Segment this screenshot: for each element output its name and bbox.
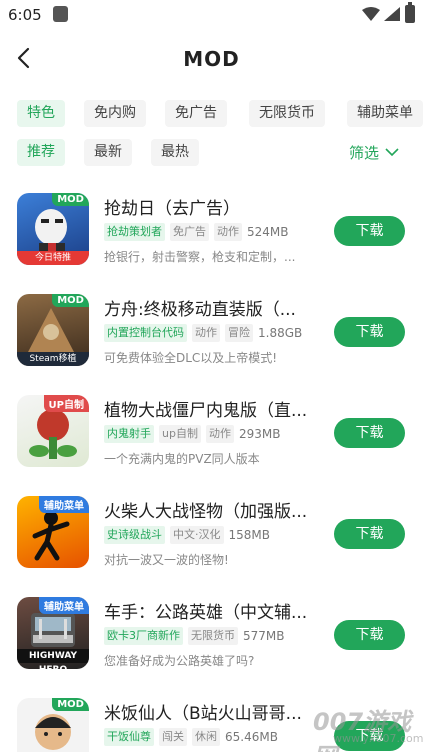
tab-latest[interactable]: 最新 xyxy=(84,139,132,166)
page-title: MOD xyxy=(183,47,240,71)
app-desc: 您准备好成为公路英雄了吗? xyxy=(104,654,255,668)
app-tags: 史诗级战斗 中文·汉化 158MB xyxy=(104,526,270,544)
app-size: 524MB xyxy=(247,225,289,239)
download-button[interactable]: 下载 xyxy=(334,216,405,246)
app-icon-ark: MOD Steam移植 xyxy=(17,294,89,366)
list-item[interactable]: MOD 今日特推 抢劫日（去广告） 抢劫策划者 免广告 动作 524MB 抢银行，射击… xyxy=(0,180,423,280)
download-button[interactable]: 下载 xyxy=(334,519,405,549)
app-desc: 一个充满内鬼的PVZ同人版本 xyxy=(104,452,260,466)
ribbon-label: Steam移植 xyxy=(17,352,89,366)
tab-no-iap[interactable]: 免内购 xyxy=(84,100,146,127)
watermark-url: www.yx007.com xyxy=(333,732,423,745)
download-button[interactable]: 下载 xyxy=(334,317,405,347)
app-size: 1.88GB xyxy=(258,326,303,340)
tag: 冒险 xyxy=(225,324,253,342)
tag: 闯关 xyxy=(159,728,187,746)
app-name[interactable]: 植物大战僵尸内鬼版（直... xyxy=(104,396,314,421)
app-icon-highway-hero: 辅助菜单 HIGHWAY HERO xyxy=(17,597,89,669)
sort-tabs: 推荐 最新 最热 筛选 xyxy=(0,139,423,167)
tab-recommended[interactable]: 推荐 xyxy=(17,139,65,166)
tab-hottest[interactable]: 最热 xyxy=(151,139,199,166)
mod-badge: 辅助菜单 xyxy=(39,496,89,513)
signal-icon xyxy=(384,7,400,21)
battery-icon xyxy=(405,2,415,23)
app-icon-payday: MOD 今日特推 xyxy=(17,193,89,265)
app-icon-rice-immortal: MOD xyxy=(17,698,89,752)
tab-no-ads[interactable]: 免广告 xyxy=(165,100,227,127)
app-icon-pvz: UP自制 xyxy=(17,395,89,467)
app-desc: 对抗一波又一波的怪物! xyxy=(104,553,229,567)
ribbon-label: HIGHWAY HERO xyxy=(17,649,89,669)
top-bar: MOD xyxy=(0,30,423,88)
app-tags: 干饭仙尊 闯关 休闲 65.46MB xyxy=(104,728,278,746)
app-tags: 抢劫策划者 免广告 动作 524MB xyxy=(104,223,289,241)
app-size: 65.46MB xyxy=(225,730,278,744)
chevron-down-icon xyxy=(385,148,399,157)
app-name[interactable]: 火柴人大战怪物（加强版... xyxy=(104,497,314,522)
app-size: 577MB xyxy=(243,629,285,643)
list-item[interactable]: MOD Steam移植 方舟:终极移动直装版（... 内置控制台代码 动作 冒险 1.… xyxy=(0,281,423,381)
tab-featured[interactable]: 特色 xyxy=(17,100,65,127)
app-tags: 内鬼射手 up自制 动作 293MB xyxy=(104,425,280,443)
list-item[interactable]: 辅助菜单 火柴人大战怪物（加强版... 史诗级战斗 中文·汉化 158MB 对抗一波… xyxy=(0,483,423,583)
tag: 无限货币 xyxy=(188,627,238,645)
filter-label: 筛选 xyxy=(349,144,380,162)
status-time: 6:05 xyxy=(8,6,42,24)
tag: 动作 xyxy=(214,223,242,241)
tag: 动作 xyxy=(192,324,220,342)
tag: 抢劫策划者 xyxy=(104,223,165,241)
tag: 史诗级战斗 xyxy=(104,526,165,544)
notification-icon xyxy=(53,6,68,22)
category-tabs: 特色 免内购 免广告 无限货币 辅助菜单 xyxy=(0,100,423,128)
app-name[interactable]: 米饭仙人（B站火山哥哥... xyxy=(104,699,314,724)
mod-badge: 辅助菜单 xyxy=(39,597,89,614)
app-size: 293MB xyxy=(238,427,281,441)
ribbon-label: 今日特推 xyxy=(17,251,89,265)
app-name[interactable]: 方舟:终极移动直装版（... xyxy=(104,295,314,320)
app-size: 158MB xyxy=(228,528,271,542)
app-icon-stickman: 辅助菜单 xyxy=(17,496,89,568)
list-item[interactable]: UP自制 植物大战僵尸内鬼版（直... 内鬼射手 up自制 动作 293MB 一个充满… xyxy=(0,382,423,482)
tag: up自制 xyxy=(159,425,201,443)
mod-badge: MOD xyxy=(52,698,89,711)
mod-badge: MOD xyxy=(52,294,89,307)
download-button[interactable]: 下载 xyxy=(334,418,405,448)
tag: 内置控制台代码 xyxy=(104,324,187,342)
app-tags: 内置控制台代码 动作 冒险 1.88GB xyxy=(104,324,302,342)
mod-badge: MOD xyxy=(52,193,89,206)
wifi-icon xyxy=(362,7,380,21)
tag: 干饭仙尊 xyxy=(104,728,154,746)
app-desc: 抢银行，射击警察，枪支和定制，... xyxy=(104,250,296,264)
filter-button[interactable]: 筛选 xyxy=(349,141,399,165)
tag: 内鬼射手 xyxy=(104,425,154,443)
app-desc: 可免费体验全DLC以及上帝模式! xyxy=(104,351,278,365)
tag: 欧卡3厂商新作 xyxy=(104,627,183,645)
list-item[interactable]: 辅助菜单 HIGHWAY HERO 车手：公路英雄（中文辅... 欧卡3厂商新作… xyxy=(0,584,423,684)
download-button[interactable]: 下载 xyxy=(334,620,405,650)
mod-badge: UP自制 xyxy=(43,395,89,412)
tag: 免广告 xyxy=(170,223,209,241)
tag: 动作 xyxy=(205,425,234,443)
app-name[interactable]: 车手：公路英雄（中文辅... xyxy=(104,598,314,623)
tag: 中文·汉化 xyxy=(170,526,224,544)
tag: 休闲 xyxy=(192,728,220,746)
tab-unlimited-currency[interactable]: 无限货币 xyxy=(249,100,325,127)
status-bar: 6:05 xyxy=(0,0,423,30)
app-tags: 欧卡3厂商新作 无限货币 577MB xyxy=(104,627,285,645)
tab-assist-menu[interactable]: 辅助菜单 xyxy=(347,100,423,127)
app-name[interactable]: 抢劫日（去广告） xyxy=(104,194,314,219)
